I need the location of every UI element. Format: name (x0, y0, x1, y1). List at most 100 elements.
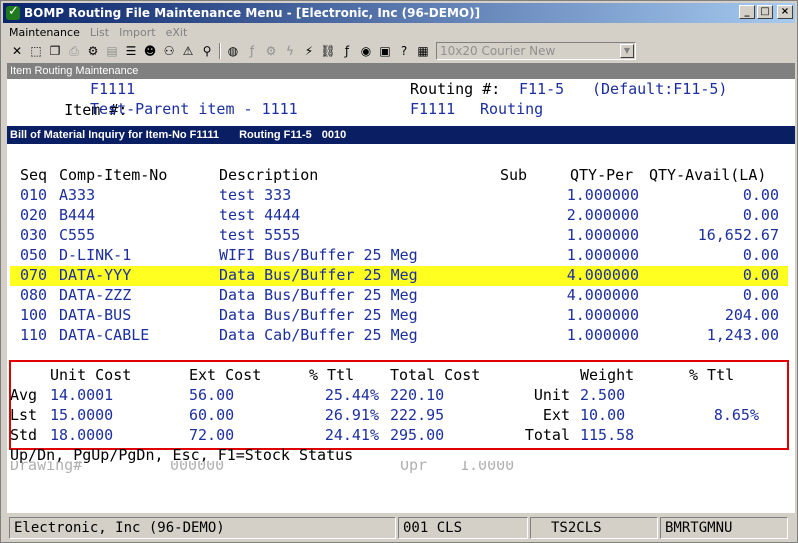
col-header-comp-item: Comp-Item-No (59, 166, 168, 184)
toolbar: ✕ ⬚ ❐ ⎙ ⚙ ▤ ☰ ☻ ⚇ ⚠ ⚲ ◍ ƒ ⚙ ϟ ⚡ ⛓ ƒ ◉ ▣ … (3, 41, 795, 61)
item-description: Test-Parent item - 1111 (90, 100, 298, 118)
row-qty-per: 1.000000 (566, 246, 639, 264)
close-x-icon[interactable]: ✕ (9, 43, 25, 59)
cost-total: 222.95 (390, 406, 445, 424)
row-seq[interactable]: 050 (20, 246, 47, 264)
row-seq[interactable]: 070 (20, 266, 47, 284)
row-description: Data Bus/Buffer 25 Meg (219, 306, 418, 324)
row-comp-item: DATA-YYY (59, 266, 132, 284)
row-comp-item: B444 (59, 206, 96, 224)
bom-op: 0010 (321, 129, 347, 141)
opr-value: 1.0000 (460, 461, 515, 473)
row-seq[interactable]: 010 (20, 186, 47, 204)
row-qty-avail: 0.00 (742, 206, 779, 224)
script-icon[interactable]: ƒ (244, 43, 260, 59)
row-description: Data Bus/Buffer 25 Meg (219, 266, 418, 284)
status-user: 001 CLS (398, 517, 528, 539)
drawing-value: 000000 (170, 461, 225, 473)
cost-total: 220.10 (390, 386, 445, 404)
list-icon[interactable]: ☰ (123, 43, 139, 59)
font-select[interactable]: 10x20 Courier New ▼ (436, 42, 636, 60)
row-seq[interactable]: 100 (20, 306, 47, 324)
lightning-active-icon[interactable]: ⚡ (301, 43, 317, 59)
settings-icon[interactable]: ⚙ (85, 43, 101, 59)
window-controls: _ □ × (739, 5, 793, 19)
menu-import[interactable]: Import (119, 26, 156, 39)
cost-pct: 24.41% (324, 426, 379, 444)
row-description: Data Bus/Buffer 25 Meg (219, 286, 418, 304)
menu-maintenance[interactable]: Maintenance (9, 26, 80, 39)
routing-number-field[interactable]: F11-5 (519, 80, 564, 98)
select-icon[interactable]: ⬚ (28, 43, 44, 59)
cost-unit: 15.0000 (50, 406, 114, 424)
status-company: Electronic, Inc (96-DEMO) (9, 517, 396, 539)
cost-header-pct: % Ttl (309, 366, 355, 384)
cost-row-label: Std (10, 426, 38, 444)
print-icon[interactable]: ⎙ (66, 43, 82, 59)
binoculars-icon[interactable]: ⚇ (161, 43, 177, 59)
title-bar[interactable]: BOMP Routing File Maintenance Menu - [El… (3, 3, 795, 23)
row-qty-avail: 0.00 (742, 186, 779, 204)
function-icon[interactable]: ƒ (339, 43, 355, 59)
col-header-sub: Sub (500, 166, 528, 184)
row-seq[interactable]: 020 (20, 206, 47, 224)
weight-pct: 8.65% (713, 406, 759, 424)
menu-exit[interactable]: eXit (166, 26, 188, 39)
chevron-down-icon[interactable]: ▼ (620, 44, 634, 58)
gear-icon[interactable]: ⚙ (263, 43, 279, 59)
app-icon (5, 4, 21, 21)
row-qty-avail: 16,652.67 (697, 226, 779, 244)
row-comp-item: C555 (59, 226, 96, 244)
lightning-icon[interactable]: ϟ (282, 43, 298, 59)
record-icon[interactable]: ◉ (358, 43, 374, 59)
row-seq[interactable]: 110 (20, 326, 47, 344)
weight-value: 2.500 (580, 386, 626, 404)
routing-desc-word: Routing (480, 100, 544, 118)
row-qty-avail: 1,243.00 (706, 326, 779, 344)
row-seq[interactable]: 030 (20, 226, 47, 244)
copy-icon[interactable]: ❐ (47, 43, 63, 59)
window-title: BOMP Routing File Maintenance Menu - [El… (24, 6, 481, 20)
bom-inquiry-bar: Bill of Material Inquiry for Item-No F11… (7, 126, 795, 144)
cost-header-unit: Unit Cost (50, 366, 132, 384)
row-comp-item: A333 (59, 186, 96, 204)
maximize-button[interactable]: □ (757, 5, 773, 19)
globe-icon[interactable]: ◍ (225, 43, 241, 59)
weight-value: 10.00 (580, 406, 626, 424)
cost-header-pct2: % Ttl (689, 366, 735, 384)
cost-pct: 26.91% (324, 406, 379, 424)
status-terminal: TS2CLS (530, 517, 658, 539)
menu-list[interactable]: List (90, 26, 109, 39)
routing-desc-item: F1111 (410, 100, 456, 118)
row-description: test 4444 (219, 206, 301, 224)
row-seq[interactable]: 080 (20, 286, 47, 304)
clipboard-icon[interactable]: ▣ (377, 43, 393, 59)
font-select-value: 10x20 Courier New (440, 44, 556, 58)
row-qty-avail: 0.00 (742, 266, 779, 284)
warning-icon[interactable]: ⚠ (180, 43, 196, 59)
cost-unit: 14.0001 (50, 386, 114, 404)
minimize-button[interactable]: _ (739, 5, 755, 19)
row-qty-avail: 0.00 (742, 246, 779, 264)
opr-label: Opr (400, 461, 428, 473)
screen-header: Item Routing Maintenance (7, 63, 795, 79)
document-icon[interactable]: ▤ (104, 43, 120, 59)
bom-title: Bill of Material Inquiry for Item-No F11… (10, 129, 220, 141)
grid-icon[interactable]: ▦ (415, 43, 431, 59)
help-icon[interactable]: ? (396, 43, 412, 59)
row-qty-per: 1.000000 (566, 226, 639, 244)
item-number-field[interactable]: F1111 (90, 80, 135, 98)
row-comp-item: DATA-BUS (59, 306, 132, 324)
menu-bar: Maintenance List Import eXit (3, 24, 795, 41)
cost-unit: 18.0000 (50, 426, 114, 444)
link-icon[interactable]: ⛓ (320, 43, 336, 59)
row-qty-per: 1.000000 (566, 306, 639, 324)
col-header-qty-avail: QTY-Avail(LA) (649, 166, 767, 184)
cost-ext: 60.00 (189, 406, 235, 424)
user-icon[interactable]: ☻ (142, 43, 158, 59)
cost-header-ext: Ext Cost (189, 366, 262, 384)
row-description: test 333 (219, 186, 292, 204)
close-button[interactable]: × (777, 5, 793, 19)
search-icon[interactable]: ⚲ (199, 43, 215, 59)
row-comp-item: DATA-ZZZ (59, 286, 132, 304)
